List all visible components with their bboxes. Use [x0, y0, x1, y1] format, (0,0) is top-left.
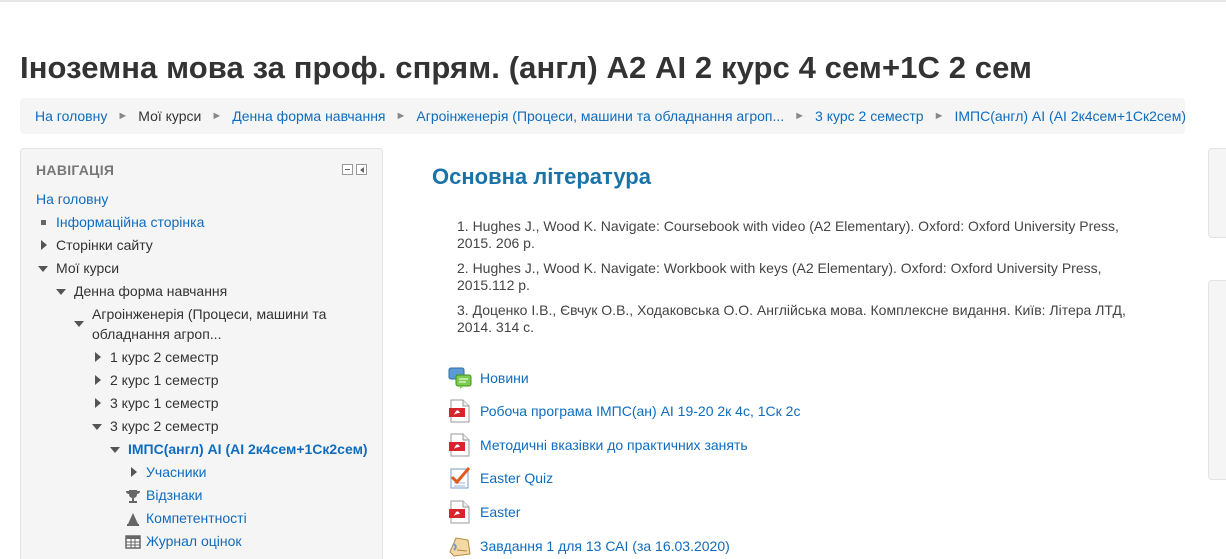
breadcrumb: На головну ► Мої курси ► Денна форма нав…: [20, 98, 1187, 134]
literature-item: 2. Hughes J., Wood K. Navigate: Workbook…: [457, 260, 1102, 293]
breadcrumb-separator-icon: ►: [211, 110, 223, 122]
section-title: Основна література: [432, 164, 651, 189]
nav-my-courses[interactable]: Мої курси: [56, 259, 119, 278]
breadcrumb-semester[interactable]: 3 курс 2 семестр: [815, 108, 924, 124]
nav-2-1[interactable]: 2 курс 1 семестр: [110, 371, 219, 390]
breadcrumb-my-courses: Мої курси: [138, 108, 202, 124]
nav-site-pages[interactable]: Сторінки сайту: [56, 236, 153, 255]
activity-label[interactable]: Методичні вказівки до практичних занять: [480, 437, 748, 453]
collapse-icon[interactable]: [342, 164, 353, 175]
collapse-arrow-icon[interactable]: [56, 289, 66, 295]
activity-label[interactable]: Easter Quiz: [480, 470, 553, 486]
breadcrumb-separator-icon: ►: [117, 110, 129, 122]
navigation-block: НАВІГАЦІЯ На головну Інформаційна сторін…: [20, 148, 383, 559]
nav-participants[interactable]: Учасники: [146, 463, 206, 482]
literature-item: 1. Hughes J., Wood K. Navigate: Coursebo…: [457, 218, 1119, 251]
assignment-icon: [449, 537, 471, 557]
nav-3-2[interactable]: 3 курс 2 семестр: [110, 417, 219, 436]
activity-work-program[interactable]: Робоча програма ІМПС(ан) АІ 19-20 2к 4с,…: [448, 398, 800, 424]
nav-badges[interactable]: Відзнаки: [146, 486, 203, 505]
nav-competencies[interactable]: Компетентності: [146, 509, 247, 528]
activity-news[interactable]: Новини: [448, 365, 529, 391]
page-title: Іноземна мова за проф. спрям. (англ) А2 …: [20, 50, 1033, 85]
breadcrumb-separator-icon: ►: [395, 110, 407, 122]
activity-easter-quiz[interactable]: Easter Quiz: [448, 465, 553, 491]
collapse-arrow-icon[interactable]: [92, 424, 102, 430]
pdf-icon: [449, 433, 470, 457]
breadcrumb-separator-icon: ►: [794, 110, 806, 122]
competency-icon: [127, 513, 139, 526]
expand-arrow-icon[interactable]: [95, 375, 101, 385]
trophy-icon: [126, 490, 140, 503]
breadcrumb-home[interactable]: На головну: [35, 108, 107, 124]
pdf-icon: [449, 399, 470, 423]
nav-current-course[interactable]: ІМПС(англ) АІ (АІ 2к4сем+1Ск2сем): [128, 440, 368, 459]
forum-icon: [448, 367, 472, 389]
activity-label[interactable]: Робоча програма ІМПС(ан) АІ 19-20 2к 4с,…: [480, 403, 800, 419]
expand-arrow-icon[interactable]: [95, 398, 101, 408]
nav-1-2[interactable]: 1 курс 2 семестр: [110, 348, 219, 367]
activity-assignment[interactable]: Завдання 1 для 13 САІ (за 16.03.2020): [448, 533, 730, 559]
top-border: [0, 0, 1226, 2]
nav-grades[interactable]: Журнал оцінок: [146, 532, 242, 551]
collapse-arrow-icon[interactable]: [110, 447, 120, 453]
expand-arrow-icon[interactable]: [41, 240, 47, 250]
navigation-header: НАВІГАЦІЯ: [36, 162, 115, 178]
nav-3-1[interactable]: 3 курс 1 семестр: [110, 394, 219, 413]
quiz-icon: [450, 467, 471, 489]
collapse-arrow-icon[interactable]: [74, 321, 84, 327]
activity-label[interactable]: Завдання 1 для 13 САІ (за 16.03.2020): [480, 538, 730, 554]
literature-item: 3. Доценко І.В., Євчук О.В., Ходаковська…: [457, 302, 1126, 335]
nav-full-time[interactable]: Денна форма навчання: [74, 282, 227, 301]
breadcrumb-course[interactable]: ІМПС(англ) АІ (АІ 2к4сем+1Ск2сем): [955, 108, 1187, 124]
breadcrumb-full-time[interactable]: Денна форма навчання: [232, 108, 385, 124]
nav-agro-line2[interactable]: обладнання агроп...: [92, 325, 221, 344]
activity-label[interactable]: Новини: [480, 370, 529, 386]
breadcrumb-separator-icon: ►: [933, 110, 945, 122]
collapse-arrow-icon[interactable]: [38, 266, 48, 272]
nav-home[interactable]: На головну: [36, 190, 108, 209]
navigation-controls: [342, 164, 367, 175]
dock-icon[interactable]: [356, 164, 367, 175]
pdf-icon: [449, 500, 470, 524]
activity-easter[interactable]: Easter: [448, 499, 520, 525]
breadcrumb-agro[interactable]: Агроінженерія (Процеси, машини та обладн…: [416, 108, 784, 124]
activity-guidelines[interactable]: Методичні вказівки до практичних занять: [448, 432, 748, 458]
nav-agro-line1[interactable]: Агроінженерія (Процеси, машини та: [92, 305, 326, 324]
right-block-partial: [1208, 148, 1226, 238]
expand-arrow-icon[interactable]: [131, 467, 137, 477]
expand-arrow-icon[interactable]: [95, 352, 101, 362]
gradebook-icon: [125, 535, 141, 549]
bullet-icon: [41, 220, 46, 225]
right-block-partial: [1208, 280, 1226, 480]
activity-label[interactable]: Easter: [480, 504, 520, 520]
nav-info-page[interactable]: Інформаційна сторінка: [56, 213, 204, 232]
